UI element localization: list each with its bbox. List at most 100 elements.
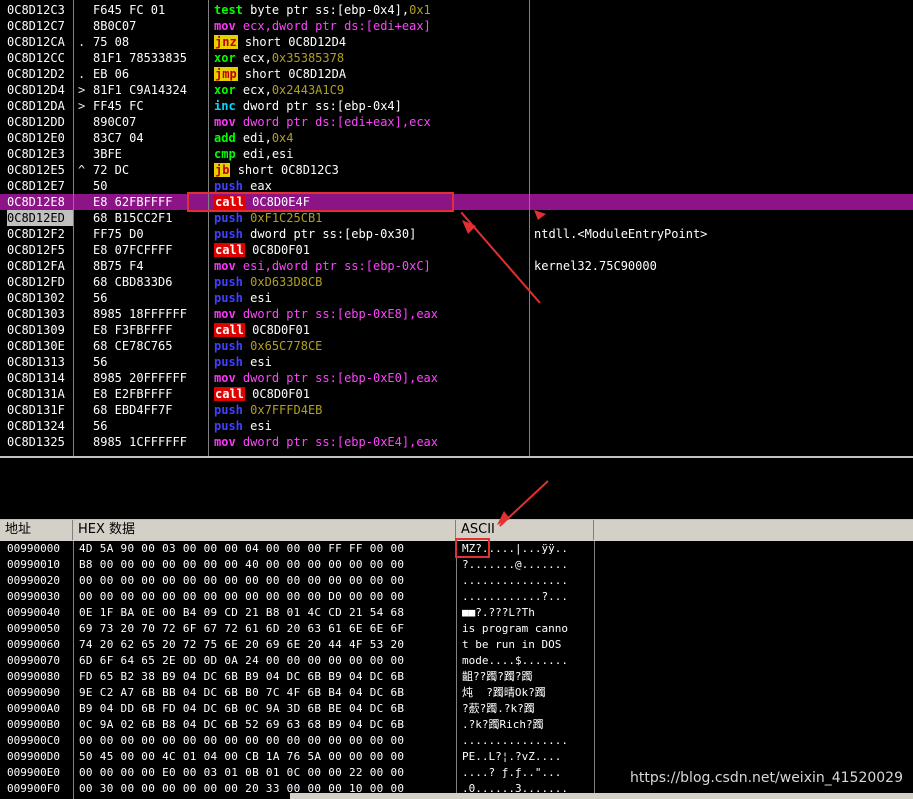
operand: dword ptr ss:[ebp-0xE8],eax [242, 307, 438, 321]
disasm-row[interactable]: 0C8D1314 8985 20FFFFFF mov dword ptr ss:[e… [0, 370, 913, 386]
column-header-filler [594, 520, 913, 540]
operand: 0xF1C25CB1 [250, 211, 323, 225]
disasm-hex-bytes: 68 CBD833D6 [93, 275, 173, 289]
dump-ascii: ■■?.???L?Th [462, 606, 535, 619]
disasm-hex-bytes: 8985 1CFFFFFF [93, 435, 187, 449]
operand: 0C8D0F01 [252, 323, 310, 337]
disasm-address: 0C8D12F2 [7, 227, 65, 241]
operand: ecx,dword ptr ds:[edi+eax] [242, 19, 431, 33]
disasm-instruction: xor ecx,0x2443A1C9 [214, 82, 344, 98]
disasm-hex-bytes: 56 [93, 355, 108, 369]
disasm-row[interactable]: 0C8D12E0 83C7 04 add edi,0x4 [0, 130, 913, 146]
mnemonic: cmp [214, 147, 236, 161]
disasm-address: 0C8D130E [7, 339, 65, 353]
disasm-comment: kernel32.75C90000 [534, 259, 657, 273]
disasm-row[interactable]: 0C8D12F2 FF75 D0 push dword ptr ss:[ebp-0x… [0, 226, 913, 242]
dump-address: 00990000 [7, 542, 60, 555]
dump-address: 00990010 [7, 558, 60, 571]
disasm-address: 0C8D12CA [7, 35, 65, 49]
mnemonic: jnz [214, 35, 238, 49]
dump-address: 009900D0 [7, 750, 60, 763]
column-header-hex[interactable]: HEX 数据 [73, 520, 456, 540]
disasm-row[interactable]: 0C8D1309 E8 F3FBFFFF call 0C8D0F01 [0, 322, 913, 338]
dump-bytes: 74 20 62 65 20 72 75 6E 20 69 6E 20 44 4… [79, 638, 405, 651]
disasm-address: 0C8D12C7 [7, 19, 65, 33]
column-divider [594, 541, 595, 799]
disasm-address: 0C8D12E0 [7, 131, 65, 145]
disasm-row[interactable]: 0C8D1325 8985 1CFFFFFF mov dword ptr ss:[e… [0, 434, 913, 450]
disasm-row[interactable]: 0C8D12DD 890C07 mov dword ptr ds:[edi+eax]… [0, 114, 913, 130]
disasm-row[interactable]: 0C8D12CC 81F1 78533835 xor ecx,0x35385378 [0, 50, 913, 66]
disasm-row[interactable]: 0C8D12ED 68 B15CC2F1 push 0xF1C25CB1 [0, 210, 913, 226]
disasm-row[interactable]: 0C8D1313 56 push esi [0, 354, 913, 370]
dump-ascii: .?k?躅Rich?躅 [462, 718, 544, 731]
dump-bytes: 0C 9A 02 6B B8 04 DC 6B 52 69 63 68 B9 0… [79, 718, 405, 731]
operand: 0x65C778CE [250, 339, 323, 353]
column-divider [529, 0, 530, 456]
dump-address: 009900B0 [7, 718, 60, 731]
disasm-row[interactable]: 0C8D1324 56 push esi [0, 418, 913, 434]
column-header-ascii[interactable]: ASCII [456, 520, 594, 540]
disasm-row[interactable]: 0C8D12DA > FF45 FC inc dword ptr ss:[ebp-0x… [0, 98, 913, 114]
disasm-row[interactable]: 0C8D12E8 E8 62FBFFFF call 0C8D0E4F [0, 194, 913, 210]
dump-bytes: 00 00 00 00 E0 00 03 01 0B 01 0C 00 00 2… [79, 766, 405, 779]
column-header-address[interactable]: 地址 [0, 520, 73, 540]
info-pane[interactable] [0, 456, 913, 520]
mnemonic: mov [214, 307, 236, 321]
operand: dword ptr ss:[ebp-0xE4],eax [242, 435, 438, 449]
dump-ascii: mode....$....... [462, 654, 568, 667]
mnemonic: mov [214, 435, 236, 449]
operand: 0C8D0F01 [252, 387, 310, 401]
disasm-row[interactable]: 0C8D12C7 8B0C07 mov ecx,dword ptr ds:[edi+… [0, 18, 913, 34]
operand: 0x1 [409, 3, 431, 17]
operand: byte ptr ss:[ebp-0x4], [250, 3, 410, 17]
disasm-row[interactable]: 0C8D12E3 3BFE cmp edi,esi [0, 146, 913, 162]
disasm-row[interactable]: 0C8D12C3 F645 FC 01 test byte ptr ss:[ebp-… [0, 2, 913, 18]
disasm-hex-bytes: 8B0C07 [93, 19, 137, 33]
disasm-instruction: push esi [214, 290, 272, 306]
operand: 0x2443A1C9 [271, 83, 345, 97]
disasm-row[interactable]: 0C8D12FD 68 CBD833D6 push 0xD633D8CB [0, 274, 913, 290]
mnemonic: push [214, 403, 243, 417]
disasm-address: 0C8D1314 [7, 371, 65, 385]
jump-arrow-marker: ^ [78, 163, 86, 177]
disasm-row[interactable]: 0C8D12D2. EB 06 jmp short 0C8D12DA [0, 66, 913, 82]
disasm-row[interactable]: 0C8D12D4 >81F1 C9A14324 xor ecx,0x2443A1C9 [0, 82, 913, 98]
disasm-hex-bytes: E8 07FCFFFF [93, 243, 173, 257]
disasm-address: 0C8D131F [7, 403, 65, 417]
disasm-row[interactable]: 0C8D130E 68 CE78C765 push 0x65C778CE [0, 338, 913, 354]
disasm-row[interactable]: 0C8D12E7 50 push eax [0, 178, 913, 194]
disassembly-pane[interactable]: 0C8D12C3 F645 FC 01 test byte ptr ss:[ebp-… [0, 0, 913, 456]
operand: esi [250, 291, 272, 305]
dump-address: 00990060 [7, 638, 60, 651]
disasm-hex-bytes: 890C07 [93, 115, 137, 129]
mnemonic: call [214, 323, 245, 337]
disasm-row[interactable]: 0C8D1303 8985 18FFFFFF mov dword ptr ss:[e… [0, 306, 913, 322]
mnemonic: push [214, 227, 243, 241]
disasm-row[interactable]: 0C8D12CA. 75 08 jnz short 0C8D12D4 [0, 34, 913, 50]
disasm-instruction: push esi [214, 354, 272, 370]
mnemonic: push [214, 179, 243, 193]
disasm-address: 0C8D12CC [7, 51, 65, 65]
disasm-row[interactable]: 0C8D1302 56 push esi [0, 290, 913, 306]
operand: dword ptr ss:[ebp-0x30] [250, 227, 417, 241]
disasm-row[interactable]: 0C8D131A E8 E2FBFFFF call 0C8D0F01 [0, 386, 913, 402]
disasm-instruction: inc dword ptr ss:[ebp-0x4] [214, 98, 402, 114]
operand: esi [250, 419, 272, 433]
operand: short 0C8D12D4 [244, 35, 347, 49]
disasm-row[interactable]: 0C8D12E5 ^ 72 DC jb short 0C8D12C3 [0, 162, 913, 178]
disasm-instruction: push 0x7FFFD4EB [214, 402, 322, 418]
disasm-instruction: call 0C8D0F01 [214, 386, 310, 402]
disasm-row[interactable]: 0C8D12FA 8B75 F4 mov esi,dword ptr ss:[ebp… [0, 258, 913, 274]
operand: eax [250, 179, 272, 193]
jump-arrow-marker: . [78, 35, 86, 49]
disasm-row[interactable]: 0C8D131F 68 EBD4FF7F push 0x7FFFD4EB [0, 402, 913, 418]
operand: short 0C8D12DA [244, 67, 347, 81]
operand: dword ptr ds:[edi+eax],ecx [242, 115, 431, 129]
disasm-instruction: push 0x65C778CE [214, 338, 322, 354]
disasm-row[interactable]: 0C8D12F5 E8 07FCFFFF call 0C8D0F01 [0, 242, 913, 258]
disasm-address: 0C8D12D2 [7, 67, 65, 81]
operand: 0C8D0F01 [252, 243, 310, 257]
disasm-hex-bytes: 75 08 [93, 35, 130, 49]
hex-dump-pane[interactable]: 地址 HEX 数据 ASCII 00990000 4D 5A 90 00 03 0… [0, 520, 913, 799]
